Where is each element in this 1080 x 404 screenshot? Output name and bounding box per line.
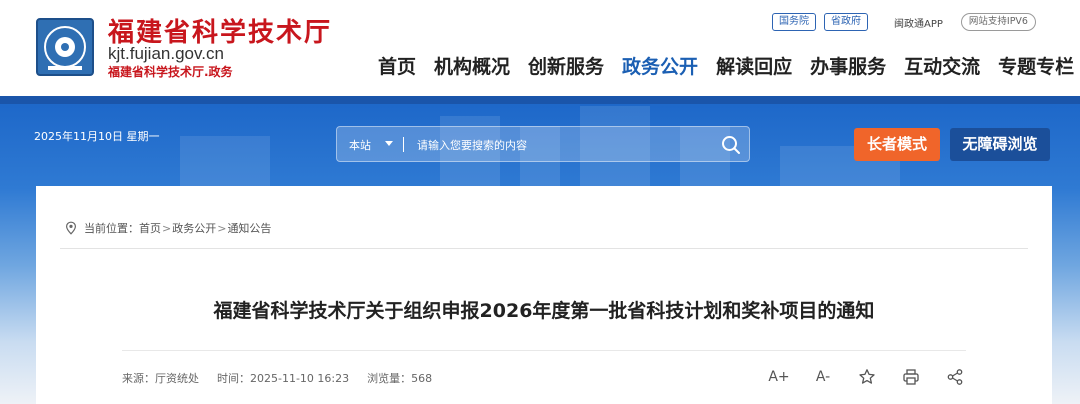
page-title: 福建省科学技术厅关于组织申报2026年度第一批省科技计划和奖补项目的通知 [213, 300, 875, 322]
current-date: 2025年11月10日 星期一 [34, 130, 160, 143]
nav-item-interpretation[interactable]: 解读回应 [716, 52, 792, 79]
search-divider [403, 137, 404, 152]
breadcrumb-gov-affairs[interactable]: 政务公开 [172, 220, 216, 236]
font-increase-button[interactable]: A+ [768, 366, 790, 388]
ipv6-badge: 网站支持IPV6 [960, 13, 1036, 31]
search-input[interactable]: 请输入您要搜索的内容 [417, 137, 527, 153]
divider [60, 248, 1028, 249]
main-nav: 首页 机构概况 创新服务 政务公开 解读回应 办事服务 互动交流 专题专栏 [378, 52, 1074, 79]
article-tools: A+ A- [768, 366, 988, 388]
site-emblem-icon[interactable] [36, 18, 94, 76]
nav-item-about[interactable]: 机构概况 [434, 52, 510, 79]
link-app[interactable]: 闽政通APP [894, 15, 943, 30]
site-domain: kjt.fujian.gov.cn [108, 44, 224, 63]
nav-item-interaction[interactable]: 互动交流 [904, 52, 980, 79]
article-views: 浏览量：568 [367, 372, 433, 385]
site-header: 福建省科学技术厅 kjt.fujian.gov.cn 福建省科学技术厅.政务 国… [0, 0, 1080, 96]
nav-item-home[interactable]: 首页 [378, 52, 416, 79]
search-icon[interactable] [719, 133, 743, 157]
article-time: 时间：2025-11-10 16:23 [217, 372, 350, 385]
divider [122, 350, 966, 351]
print-icon[interactable] [900, 366, 922, 388]
search-bar[interactable]: 本站 请输入您要搜索的内容 [336, 126, 750, 162]
star-icon[interactable] [856, 366, 878, 388]
breadcrumb-separator: > [162, 221, 172, 235]
elder-mode-button[interactable]: 长者模式 [854, 128, 940, 161]
chevron-down-icon[interactable] [385, 141, 393, 146]
nav-item-gov-affairs[interactable]: 政务公开 [622, 52, 698, 79]
breadcrumb: 当前位置： 首页 > 政务公开 > 通知公告 [64, 220, 271, 236]
breadcrumb-home[interactable]: 首页 [139, 220, 161, 236]
article-meta: 来源：厅资统处 时间：2025-11-10 16:23 浏览量：568 [122, 370, 450, 386]
link-provincial-government[interactable]: 省政府 [824, 13, 868, 31]
nav-item-topics[interactable]: 专题专栏 [998, 52, 1074, 79]
share-icon[interactable] [944, 366, 966, 388]
nav-item-services[interactable]: 办事服务 [810, 52, 886, 79]
breadcrumb-separator: > [217, 221, 227, 235]
top-links: 国务院 省政府 闽政通APP 网站支持IPV6 [772, 13, 1036, 31]
link-state-council[interactable]: 国务院 [772, 13, 816, 31]
breadcrumb-notices[interactable]: 通知公告 [227, 220, 271, 236]
search-scope-select[interactable]: 本站 [349, 137, 371, 153]
article-card: 当前位置： 首页 > 政务公开 > 通知公告 福建省科学技术厅关于组织申报202… [36, 186, 1052, 404]
font-decrease-button[interactable]: A- [812, 366, 834, 388]
breadcrumb-label: 当前位置： [84, 222, 139, 235]
location-pin-icon [65, 221, 77, 235]
nav-item-innovation[interactable]: 创新服务 [528, 52, 604, 79]
site-subtitle: 福建省科学技术厅.政务 [108, 65, 233, 79]
article-source: 来源：厅资统处 [122, 372, 199, 385]
accessible-browse-button[interactable]: 无障碍浏览 [950, 128, 1050, 161]
